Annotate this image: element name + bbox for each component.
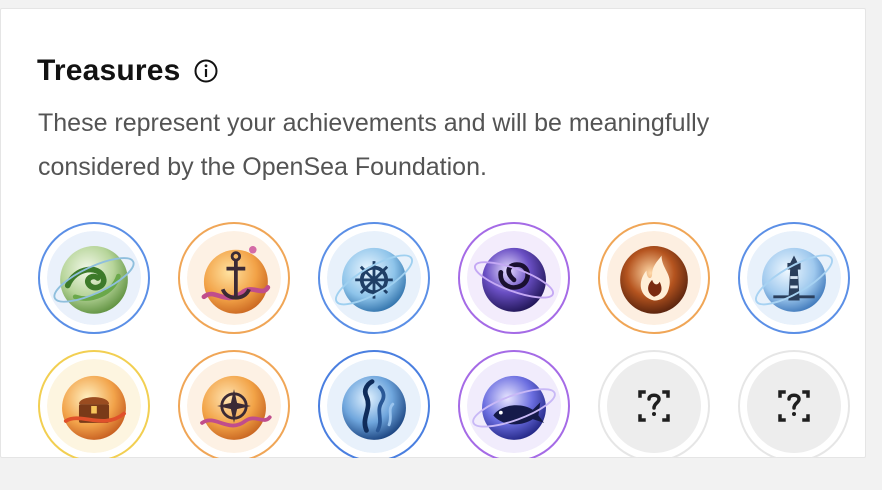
section-description: These represent your achievements and wi… [38,109,710,181]
treasure-lighthouse[interactable] [738,222,850,334]
treasure-chest[interactable] [38,350,150,462]
kelp-orb-icon [327,359,421,453]
treasure-flame[interactable] [598,222,710,334]
treasure-anchor[interactable] [178,222,290,334]
wind-swirl-orb-icon [47,231,141,325]
flame-orb-icon [607,231,701,325]
treasure-wind[interactable] [38,222,150,334]
unknown-treasure-icon [607,359,701,453]
treasure-vortex[interactable] [458,222,570,334]
treasure-ship-wheel[interactable] [318,222,430,334]
treasure-locked[interactable] [598,350,710,462]
vortex-orb-icon [467,231,561,325]
info-circle-icon[interactable] [193,58,219,84]
treasure-kelp[interactable] [318,350,430,462]
treasure-chest-orb-icon [47,359,141,453]
unknown-treasure-icon [747,359,841,453]
treasure-compass[interactable] [178,350,290,462]
treasures-card: Treasures These represent your achieveme… [0,8,866,462]
treasure-locked[interactable] [738,350,850,462]
lighthouse-orb-icon [747,231,841,325]
page-background [0,458,864,490]
whale-orb-icon [467,359,561,453]
anchor-orb-icon [187,231,281,325]
section-title: Treasures [37,54,181,87]
title-row: Treasures [37,51,219,91]
ship-wheel-orb-icon [327,231,421,325]
compass-orb-icon [187,359,281,453]
treasure-whale[interactable] [458,350,570,462]
treasure-grid [38,222,850,462]
